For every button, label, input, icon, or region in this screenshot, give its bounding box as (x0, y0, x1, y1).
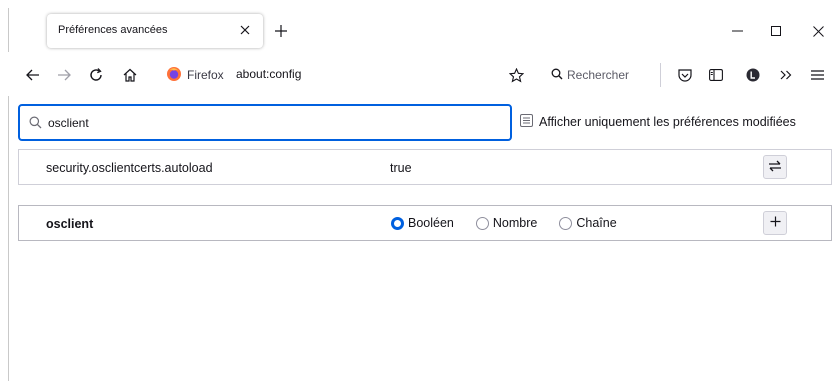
preference-search-input[interactable] (48, 114, 498, 132)
identity-box[interactable]: Firefox (161, 64, 227, 86)
search-icon (551, 68, 563, 83)
tab-title: Préférences avancées (58, 24, 168, 36)
config-search-row: Afficher uniquement les préférences modi… (18, 104, 834, 142)
tab-close-icon[interactable] (235, 20, 255, 40)
type-label-string: Chaîne (576, 216, 617, 230)
tab-advanced-preferences[interactable]: Préférences avancées (47, 14, 263, 48)
type-option-number[interactable]: Nombre (475, 216, 538, 230)
tab-strip: Préférences avancées (0, 0, 834, 52)
checkbox-icon[interactable] (520, 114, 533, 130)
type-option-string[interactable]: Chaîne (559, 216, 617, 230)
identity-label: Firefox (187, 68, 224, 82)
type-label-boolean: Booléen (408, 216, 454, 230)
radio-number[interactable] (475, 216, 489, 230)
add-pref-button[interactable] (763, 211, 787, 235)
bookmark-star-icon[interactable] (505, 64, 527, 86)
sidebar-icon[interactable] (705, 64, 727, 86)
web-search-box[interactable]: Rechercher (543, 63, 651, 87)
plus-icon (770, 216, 781, 230)
window-close-icon[interactable] (803, 20, 833, 42)
new-pref-row: osclient Booléen Nombre Chaîne (18, 205, 832, 241)
toggle-arrows-icon (768, 160, 782, 175)
new-pref-name: osclient (46, 217, 94, 231)
type-option-boolean[interactable]: Booléen (391, 216, 454, 230)
forward-icon[interactable] (53, 64, 75, 86)
search-icon (29, 116, 43, 130)
hamburger-menu-icon[interactable] (806, 64, 828, 86)
url-bar[interactable]: about:config (236, 67, 301, 81)
radio-string[interactable] (559, 216, 573, 230)
overflow-chevron-icon[interactable] (775, 64, 797, 86)
pref-value: true (390, 161, 412, 175)
firefox-logo-icon (166, 66, 182, 85)
toggle-value-button[interactable] (763, 155, 787, 179)
pref-name: security.osclientcerts.autoload (46, 161, 213, 175)
web-search-placeholder: Rechercher (567, 68, 630, 82)
preference-search-box[interactable] (18, 104, 512, 141)
maximize-icon[interactable] (761, 20, 791, 42)
table-row[interactable]: security.osclientcerts.autoload true (18, 149, 832, 185)
minimize-icon[interactable] (722, 20, 752, 42)
toolbar-separator (660, 63, 661, 87)
pref-type-radio-group: Booléen Nombre Chaîne (391, 216, 639, 230)
back-icon[interactable] (22, 64, 44, 86)
new-tab-icon[interactable] (270, 20, 292, 42)
type-label-number: Nombre (492, 216, 538, 230)
reload-icon[interactable] (85, 64, 107, 86)
show-modified-toggle[interactable]: Afficher uniquement les préférences modi… (520, 114, 796, 130)
show-modified-label: Afficher uniquement les préférences modi… (539, 115, 796, 129)
navigation-bar: Firefox about:config Rechercher (0, 52, 834, 96)
home-icon[interactable] (119, 64, 141, 86)
radio-boolean[interactable] (391, 216, 404, 230)
pocket-icon[interactable] (674, 64, 696, 86)
account-icon[interactable] (742, 64, 764, 86)
